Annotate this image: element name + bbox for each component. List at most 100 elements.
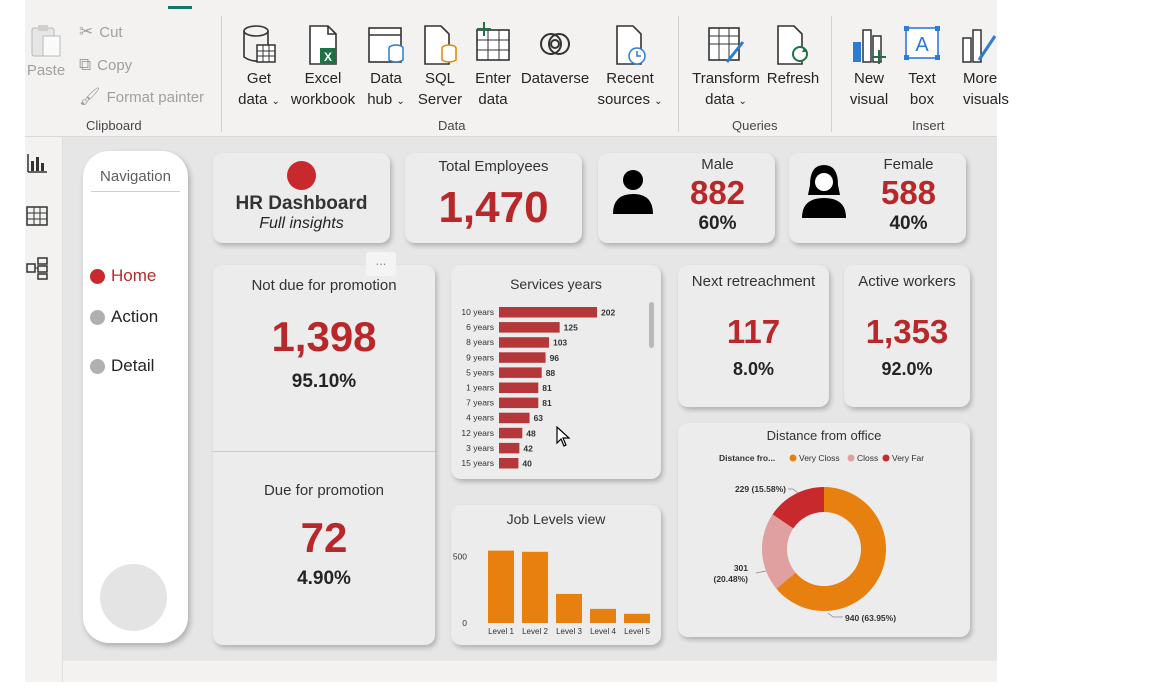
services-years-chart: 10 years 202 6 years 125 8 years 103 9 years 96…	[461, 307, 615, 469]
x-tick-label: Level 2	[522, 627, 548, 636]
x-tick-label: Level 1	[488, 627, 514, 636]
model-view-icon[interactable]	[25, 256, 49, 280]
bar	[499, 397, 539, 409]
female-card: Female 588 40%	[789, 153, 966, 243]
data-label: 125	[564, 323, 578, 333]
chevron-down-icon: ⌄	[396, 96, 405, 107]
sql-label-1: SQL	[424, 70, 455, 87]
paste-label: Paste	[26, 62, 66, 79]
text-box-label-1: Text	[908, 70, 936, 87]
navigation-panel: Navigation Home Action Detail	[83, 151, 188, 643]
ribbon-divider	[831, 16, 832, 132]
x-tick-label: Level 4	[590, 627, 616, 636]
legend-marker	[882, 454, 890, 462]
cut-button[interactable]: ✂ Cut	[79, 22, 123, 42]
leader-line	[827, 612, 843, 618]
bar	[499, 322, 560, 333]
copy-button[interactable]: ⧉ Copy	[79, 55, 132, 75]
text-box-button[interactable]: A Text box	[900, 24, 944, 110]
dataverse-button[interactable]: Dataverse	[520, 24, 590, 89]
y-tick-label: 12 years	[461, 428, 494, 438]
nav-item-home[interactable]: Home	[90, 266, 156, 286]
home-tab-indicator	[168, 6, 192, 9]
new-visual-button[interactable]: New visual	[845, 24, 893, 110]
y-tick-label: 6 years	[466, 322, 494, 332]
more-options-button[interactable]: ...	[366, 252, 396, 276]
y-tick-label: 5 years	[466, 367, 494, 377]
excel-label-1: Excel	[304, 70, 342, 87]
data-label: 48	[526, 428, 536, 438]
dataverse-icon	[540, 33, 570, 55]
data-hub-button[interactable]: Data hub ⌄	[363, 24, 409, 112]
bar	[499, 458, 519, 469]
get-data-label-1: Get	[246, 70, 272, 87]
ribbon-divider	[678, 16, 679, 132]
data-label: 202	[601, 308, 615, 318]
nav-item-label: Detail	[111, 356, 155, 375]
female-value: 588	[880, 174, 937, 211]
card-title: Total Employees	[438, 158, 549, 175]
more-visuals-button[interactable]: More visuals	[953, 24, 1009, 110]
profile-circle[interactable]	[100, 564, 167, 631]
bar	[499, 382, 539, 393]
table-add-icon	[476, 22, 510, 61]
format-painter-button[interactable]: 🖌 Format painter	[79, 87, 204, 107]
leader-line	[788, 488, 799, 494]
report-view-icon[interactable]	[25, 151, 49, 175]
x-tick-label: Level 3	[556, 627, 582, 636]
excel-label-2: workbook	[290, 91, 356, 108]
excel-workbook-button[interactable]: X Excel workbook	[287, 24, 359, 110]
refresh-button[interactable]: Refresh	[765, 24, 821, 89]
chevron-down-icon: ⌄	[654, 96, 663, 107]
data-label: 103	[553, 338, 567, 348]
male-percent: 60%	[698, 213, 737, 234]
nav-item-detail[interactable]: Detail	[90, 356, 154, 376]
job-levels-card: Job Levels view 500 0 Level 1 Level 2 Level …	[451, 505, 661, 645]
recent-sources-button[interactable]: Recent sources ⌄	[595, 24, 665, 112]
chevron-down-icon: ⌄	[738, 96, 747, 107]
card-title: Active workers	[858, 273, 956, 290]
cut-label: Cut	[99, 23, 123, 41]
data-label: 88	[546, 368, 556, 378]
enter-data-label-1: Enter	[475, 70, 511, 87]
data-hub-icon	[368, 27, 404, 63]
paste-button[interactable]: Paste	[25, 22, 67, 81]
refresh-label: Refresh	[766, 70, 820, 87]
more-visuals-icon	[962, 29, 997, 63]
bar	[499, 367, 542, 378]
new-visual-label-2: visual	[849, 91, 889, 108]
next-retrenchment-percent: 8.0%	[732, 359, 775, 379]
male-card: Male 882 60%	[598, 153, 775, 243]
navigation-title: Navigation	[100, 168, 171, 185]
transform-data-button[interactable]: Transform data ⌄	[688, 24, 764, 112]
total-employees-value: 1,470	[438, 183, 549, 232]
ribbon-divider	[221, 16, 222, 132]
text-box-icon: A	[904, 26, 940, 60]
card-title: Female	[883, 156, 934, 173]
queries-group-label: Queries	[732, 118, 778, 133]
y-tick-label: 500	[453, 551, 467, 561]
data-label: 940 (63.95%)	[845, 613, 896, 623]
not-due-percent: 95.10%	[291, 371, 357, 392]
dataverse-label: Dataverse	[520, 70, 590, 87]
data-label: (20.48%)	[714, 574, 749, 584]
sql-label-2: Server	[417, 91, 463, 108]
nav-item-action[interactable]: Action	[90, 307, 158, 327]
transform-label-1: Transform	[692, 70, 760, 87]
legend-label: Very Far	[892, 453, 924, 463]
sql-server-button[interactable]: SQL Server	[417, 24, 463, 110]
distance-card: Distance from office Distance fro... Very…	[678, 423, 970, 637]
recent-sources-icon	[616, 25, 646, 65]
bar	[624, 613, 650, 623]
chart-scrollbar[interactable]	[649, 302, 654, 348]
active-workers-value: 1,353	[865, 313, 949, 350]
excel-icon: X	[309, 25, 337, 65]
data-label: 96	[550, 353, 560, 363]
enter-data-button[interactable]: Enter data	[469, 20, 517, 110]
y-tick-label: 3 years	[466, 443, 494, 453]
table-view-icon[interactable]	[25, 204, 49, 228]
get-data-label-2: data	[238, 91, 268, 108]
get-data-button[interactable]: Get data ⌄	[233, 24, 285, 112]
more-visuals-label-2: visuals	[963, 91, 1009, 108]
bar	[590, 608, 616, 623]
